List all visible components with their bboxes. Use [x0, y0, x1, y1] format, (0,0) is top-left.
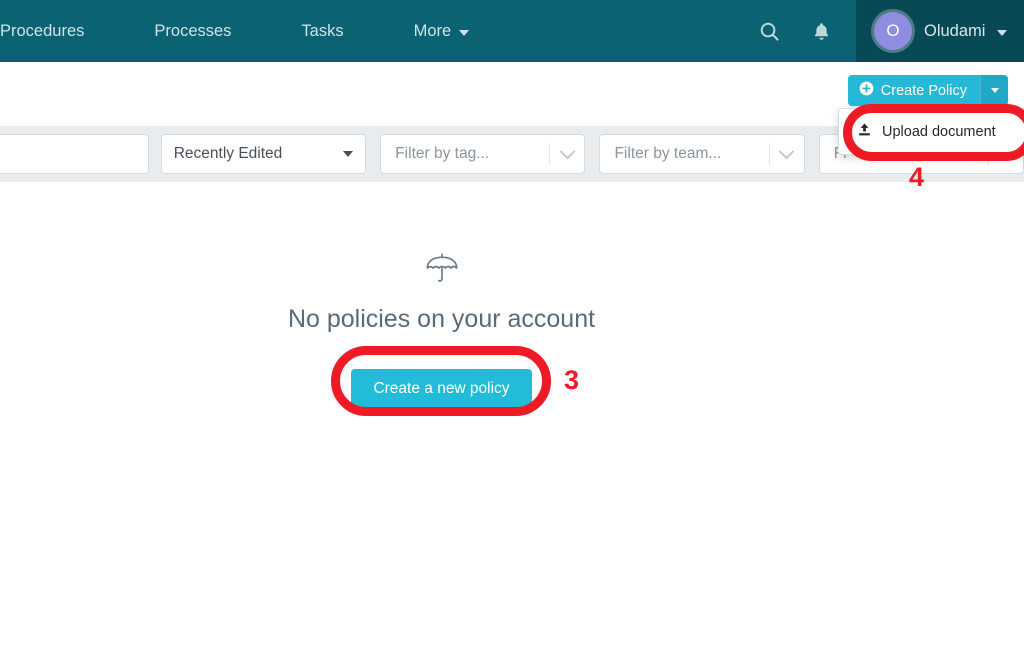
search-input[interactable] — [5, 144, 136, 164]
empty-state-title: No policies on your account — [287, 305, 596, 333]
nav-item-label: More — [413, 21, 452, 40]
create-policy-dropdown-toggle[interactable] — [980, 75, 1008, 106]
user-menu[interactable]: O Oludami — [856, 0, 1024, 62]
chevron-down-icon — [997, 29, 1008, 36]
upload-document-label: Upload document — [882, 123, 996, 140]
select-indicators — [768, 135, 804, 173]
top-bar-actions — [756, 0, 856, 62]
upload-icon — [857, 122, 872, 141]
create-policy-dropdown-menu: Upload document — [838, 108, 1024, 155]
annotation-number-4: 4 — [909, 162, 925, 192]
nav-item-label: Procedures — [0, 21, 85, 40]
team-filter-select[interactable]: Filter by team... — [599, 134, 805, 174]
select-indicators — [549, 135, 584, 173]
nav-item-tasks[interactable]: Tasks — [301, 22, 343, 41]
nav-item-processes[interactable]: Processes — [154, 22, 231, 41]
tag-filter-select[interactable]: Filter by tag... — [380, 134, 586, 174]
nav-item-label: Processes — [154, 21, 232, 40]
create-policy-split-button: Create Policy — [847, 75, 1008, 106]
sort-select[interactable]: Recently Edited — [160, 134, 367, 174]
create-policy-button[interactable]: Create Policy — [847, 75, 980, 106]
chevron-down-icon — [459, 29, 470, 36]
plus-circle-icon — [859, 81, 874, 100]
avatar-initial: O — [886, 21, 900, 40]
chevron-down-icon[interactable] — [550, 143, 584, 160]
create-a-new-policy-button[interactable]: Create a new policy — [351, 369, 532, 409]
umbrella-icon — [424, 252, 460, 289]
chevron-down-icon — [343, 151, 354, 157]
upload-document-menu-item[interactable]: Upload document — [839, 116, 1024, 147]
main-nav: Procedures Processes Tasks More — [0, 0, 470, 62]
empty-state-content: No policies on your account Create a new… — [0, 252, 883, 409]
team-filter-placeholder: Filter by team... — [614, 145, 722, 162]
search-input-wrapper — [0, 134, 149, 174]
bell-icon[interactable] — [808, 18, 834, 44]
top-navigation-bar: Procedures Processes Tasks More O Oludam… — [0, 0, 1024, 62]
chevron-down-icon[interactable] — [770, 143, 804, 160]
caret-down-icon — [990, 88, 999, 93]
nav-item-label: Tasks — [301, 21, 344, 40]
tag-filter-placeholder: Filter by tag... — [395, 145, 490, 162]
nav-item-more[interactable]: More — [414, 22, 470, 41]
avatar: O — [874, 12, 912, 50]
user-name: Oludami — [924, 21, 986, 40]
create-policy-label: Create Policy — [880, 82, 967, 99]
nav-item-procedures[interactable]: Procedures — [0, 22, 84, 41]
sort-select-value: Recently Edited — [173, 145, 283, 162]
search-icon[interactable] — [756, 18, 782, 44]
app-root: Procedures Processes Tasks More O Oludam… — [0, 0, 1024, 663]
annotation-number-3: 3 — [564, 365, 580, 395]
empty-state: No policies on your account Create a new… — [0, 182, 1024, 663]
